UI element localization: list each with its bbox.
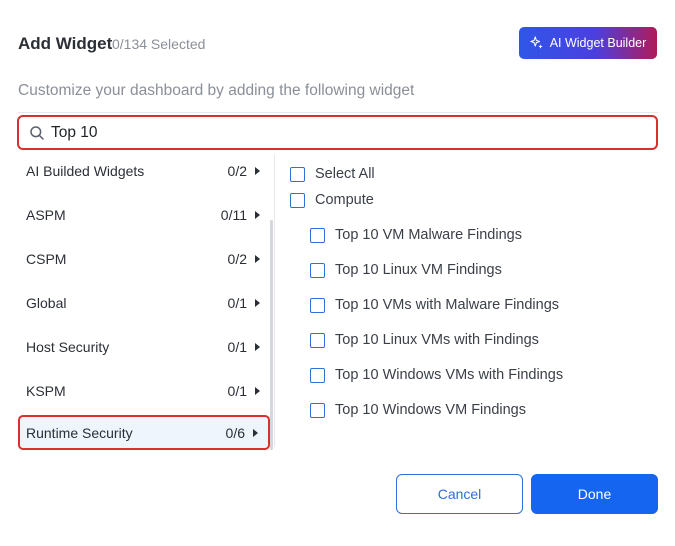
group-checkbox-row-compute[interactable]: Compute <box>290 192 374 208</box>
group-checkbox[interactable] <box>290 192 305 208</box>
widget-label: Top 10 VMs with Malware Findings <box>335 297 560 313</box>
category-count: 0/1 <box>227 294 247 311</box>
widget-checkbox-row[interactable]: Top 10 VMs with Malware Findings <box>310 297 559 313</box>
category-scrollbar[interactable] <box>270 220 273 450</box>
ai-widget-builder-button[interactable]: AI Widget Builder <box>519 27 657 59</box>
category-label: Host Security <box>26 338 110 355</box>
chevron-right-icon <box>253 428 258 437</box>
category-item-global[interactable]: Global 0/1 <box>18 285 270 320</box>
category-item-runtime-security[interactable]: Runtime Security 0/6 <box>18 415 270 450</box>
widget-checkbox-row[interactable]: Top 10 Linux VM Findings <box>310 262 502 278</box>
select-all-checkbox-row[interactable]: Select All <box>290 166 375 182</box>
widget-checkbox[interactable] <box>310 402 325 418</box>
chevron-right-icon <box>255 386 260 395</box>
widget-checkbox[interactable] <box>310 262 325 278</box>
ai-widget-builder-label: AI Widget Builder <box>549 36 647 50</box>
select-all-label: Select All <box>315 166 375 182</box>
category-label: ASPM <box>26 206 66 223</box>
widget-label: Top 10 VM Malware Findings <box>335 227 522 243</box>
category-item-kspm[interactable]: KSPM 0/1 <box>18 373 270 408</box>
dialog-title: Add Widget <box>18 34 113 53</box>
panel-divider <box>274 155 275 447</box>
category-item-cspm[interactable]: CSPM 0/2 <box>18 241 270 276</box>
widget-label: Top 10 Linux VM Findings <box>335 262 502 278</box>
widget-checkbox[interactable] <box>310 332 325 348</box>
select-all-checkbox[interactable] <box>290 166 305 182</box>
category-item-host-security[interactable]: Host Security 0/1 <box>18 329 270 364</box>
category-count: 0/1 <box>227 382 247 399</box>
category-label: KSPM <box>26 382 66 399</box>
category-count: 0/2 <box>227 250 247 267</box>
dialog-subtitle: Customize your dashboard by adding the f… <box>18 82 415 99</box>
category-count: 0/1 <box>227 338 247 355</box>
done-button[interactable]: Done <box>531 474 658 514</box>
category-label: Global <box>26 294 67 311</box>
category-item-aspm[interactable]: ASPM 0/11 <box>18 197 270 232</box>
search-input[interactable] <box>51 123 656 142</box>
category-label: Runtime Security <box>26 424 133 441</box>
widget-checkbox[interactable] <box>310 297 325 313</box>
widget-checkbox-row[interactable]: Top 10 Windows VM Findings <box>310 402 526 418</box>
chevron-right-icon <box>255 166 260 175</box>
chevron-right-icon <box>255 210 260 219</box>
divider <box>18 112 658 113</box>
chevron-right-icon <box>255 342 260 351</box>
widget-label: Top 10 Windows VM Findings <box>335 402 526 418</box>
chevron-right-icon <box>255 254 260 263</box>
widget-checkbox[interactable] <box>310 367 325 383</box>
chevron-right-icon <box>255 298 260 307</box>
category-count: 0/2 <box>227 162 247 179</box>
dialog-header: Add Widget 0/134 Selected AI Widget Buil… <box>18 27 657 60</box>
category-count: 0/11 <box>220 206 247 223</box>
group-label: Compute <box>315 192 374 208</box>
widget-label: Top 10 Windows VMs with Findings <box>335 367 564 383</box>
widget-checkbox[interactable] <box>310 227 325 243</box>
category-label: CSPM <box>26 250 67 267</box>
sparkle-icon <box>530 36 543 49</box>
category-label: AI Builded Widgets <box>26 162 145 179</box>
widget-checkbox-row[interactable]: Top 10 VM Malware Findings <box>310 227 522 243</box>
category-count: 0/6 <box>225 424 245 441</box>
widget-label: Top 10 Linux VMs with Findings <box>335 332 539 348</box>
search-icon <box>30 125 44 140</box>
search-box[interactable] <box>17 115 658 150</box>
widget-checkbox-row[interactable]: Top 10 Windows VMs with Findings <box>310 367 563 383</box>
widget-checkbox-row[interactable]: Top 10 Linux VMs with Findings <box>310 332 539 348</box>
cancel-button[interactable]: Cancel <box>396 474 523 514</box>
selected-count: 0/134 Selected <box>112 36 206 52</box>
category-item-ai-builded-widgets[interactable]: AI Builded Widgets 0/2 <box>18 153 270 188</box>
